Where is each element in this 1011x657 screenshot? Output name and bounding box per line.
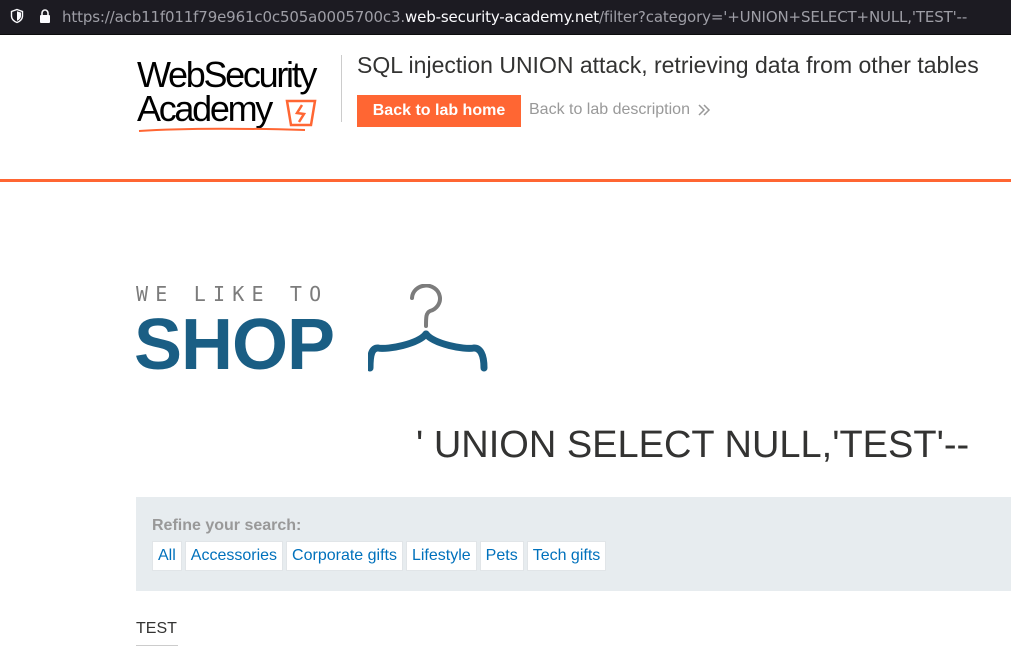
url-path: /filter?category='+UNION+SELECT+NULL,'TE… <box>599 8 968 26</box>
double-chevron-right-icon[interactable] <box>697 103 711 117</box>
filter-link-pets[interactable]: Pets <box>479 541 524 571</box>
filter-link-corporate-gifts[interactable]: Corporate gifts <box>286 541 403 571</box>
logo-underline <box>138 127 306 132</box>
filter-links: All Accessories Corporate gifts Lifestyl… <box>152 541 607 571</box>
header-orange-rule <box>0 179 1011 182</box>
filter-link-all[interactable]: All <box>152 541 182 571</box>
flask-logo-icon <box>285 99 317 127</box>
url-domain: web-security-academy.net <box>405 8 600 26</box>
shop-logo-word: SHOP <box>134 305 335 385</box>
browser-url-bar[interactable]: https://acb11f011f79e961c0c505a0005700c3… <box>0 0 1011 35</box>
hanger-icon <box>368 284 488 372</box>
url-text[interactable]: https://acb11f011f79e961c0c505a0005700c3… <box>62 7 967 27</box>
shop-tagline: WE LIKE TO <box>136 282 329 306</box>
result-item: TEST <box>136 620 177 637</box>
filter-link-tech-gifts[interactable]: Tech gifts <box>526 541 607 571</box>
result-divider <box>136 645 178 646</box>
shield-icon[interactable] <box>9 8 25 24</box>
web-security-academy-logo[interactable]: WebSecurity Academy <box>137 57 342 137</box>
filter-link-accessories[interactable]: Accessories <box>184 541 284 571</box>
header-divider <box>341 55 342 122</box>
category-heading: ' UNION SELECT NULL,'TEST'-- <box>416 424 970 466</box>
refine-search-label: Refine your search: <box>152 517 302 534</box>
logo-line-2: Academy <box>137 88 273 129</box>
back-to-lab-description-link[interactable]: Back to lab description <box>529 100 690 120</box>
lab-title: SQL injection UNION attack, retrieving d… <box>357 52 979 78</box>
filter-panel: Refine your search: All Accessories Corp… <box>136 497 1011 591</box>
back-to-lab-home-button[interactable]: Back to lab home <box>357 95 521 127</box>
lock-icon[interactable] <box>37 8 53 24</box>
url-prefix: https://acb11f011f79e961c0c505a0005700c3… <box>62 8 406 26</box>
filter-link-lifestyle[interactable]: Lifestyle <box>405 541 477 571</box>
